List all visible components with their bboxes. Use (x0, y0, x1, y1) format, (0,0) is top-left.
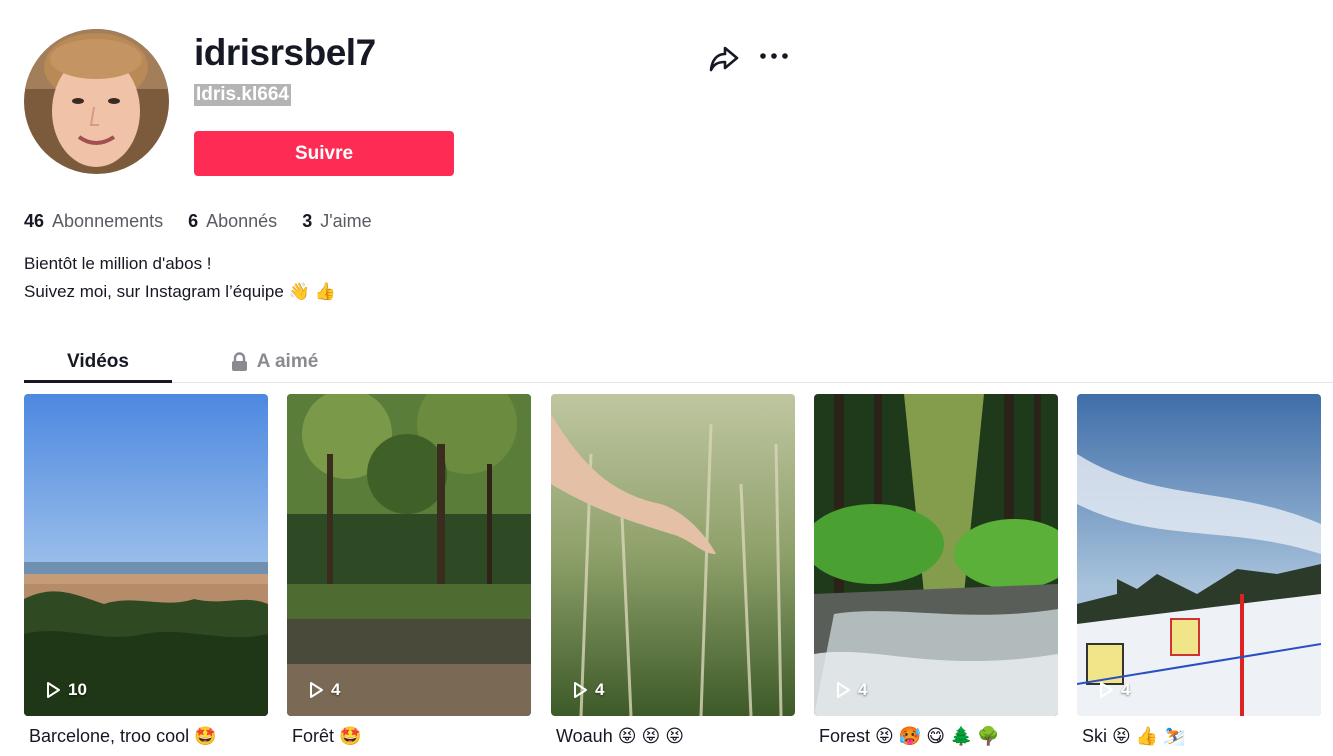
video-thumbnail: 10 (24, 394, 268, 716)
view-count-value: 4 (1121, 680, 1131, 699)
bio-line: Suivez moi, sur Instagram l’équipe 👋 👍 (24, 282, 336, 301)
play-icon (310, 682, 323, 698)
view-count: 4 (1097, 680, 1130, 700)
view-count: 4 (307, 680, 340, 700)
follow-button[interactable]: Suivre (194, 131, 454, 176)
play-icon (574, 682, 587, 698)
stat-label: Abonnements (52, 211, 164, 231)
share-icon[interactable] (708, 42, 740, 74)
avatar[interactable] (24, 29, 169, 174)
view-count: 10 (44, 680, 87, 700)
username: idrisrsbel7 (194, 32, 376, 73)
view-count: 4 (834, 680, 867, 700)
tab-label: A aimé (256, 350, 319, 372)
video-thumbnail: 4 (551, 394, 795, 716)
video-card[interactable]: 10 Barcelone, troo cool 🤩 (24, 394, 268, 747)
play-icon (47, 682, 60, 698)
video-caption: Barcelone, troo cool 🤩 (29, 726, 217, 746)
play-icon (837, 682, 850, 698)
video-caption: Woauh 😝 😝 😝 (556, 726, 685, 746)
view-count-value: 4 (331, 680, 341, 699)
video-caption: Ski 😝 👍 ⛷️ (1082, 726, 1186, 746)
stat-followers[interactable]: 6 Abonnés (188, 209, 277, 233)
play-icon (1100, 682, 1113, 698)
lock-icon (231, 351, 247, 371)
bio-line: Bientôt le million d'abos ! (24, 254, 212, 273)
video-card[interactable]: 4 Forest 😝 🥵 😋 🌲 🌳 (814, 394, 1058, 747)
bio: Bientôt le million d'abos ! Suivez moi, … (24, 250, 336, 306)
stat-label: Abonnés (206, 211, 278, 231)
nickname: Idris.kl664 (194, 84, 291, 106)
video-card[interactable]: 4 Woauh 😝 😝 😝 (551, 394, 795, 747)
video-thumbnail: 4 (1077, 394, 1321, 716)
profile-stats: 46 Abonnements 6 Abonnés 3 J'aime (24, 209, 397, 233)
view-count-value: 4 (595, 680, 605, 699)
stat-following[interactable]: 46 Abonnements (24, 209, 163, 233)
tab-label: Vidéos (67, 350, 129, 372)
tab-videos[interactable]: Vidéos (24, 340, 172, 383)
stat-value: 46 (24, 211, 45, 231)
video-card[interactable]: 4 Ski 😝 👍 ⛷️ (1077, 394, 1321, 747)
video-thumbnail: 4 (287, 394, 531, 716)
stat-label: J'aime (320, 211, 372, 231)
video-caption: Forest 😝 🥵 😋 🌲 🌳 (819, 726, 1000, 746)
tab-liked[interactable]: A aimé (199, 340, 349, 383)
video-thumbnail: 4 (814, 394, 1058, 716)
active-tab-indicator (24, 380, 172, 383)
more-icon[interactable] (758, 42, 790, 70)
stat-value: 6 (188, 211, 199, 231)
video-card[interactable]: 4 Forêt 🤩 (287, 394, 531, 747)
profile-tabs: Vidéos A aimé (24, 340, 1333, 383)
stat-likes: 3 J'aime (302, 209, 371, 233)
view-count: 4 (571, 680, 604, 700)
stat-value: 3 (302, 211, 313, 231)
view-count-value: 10 (68, 680, 87, 699)
video-caption: Forêt 🤩 (292, 726, 362, 746)
view-count-value: 4 (858, 680, 868, 699)
